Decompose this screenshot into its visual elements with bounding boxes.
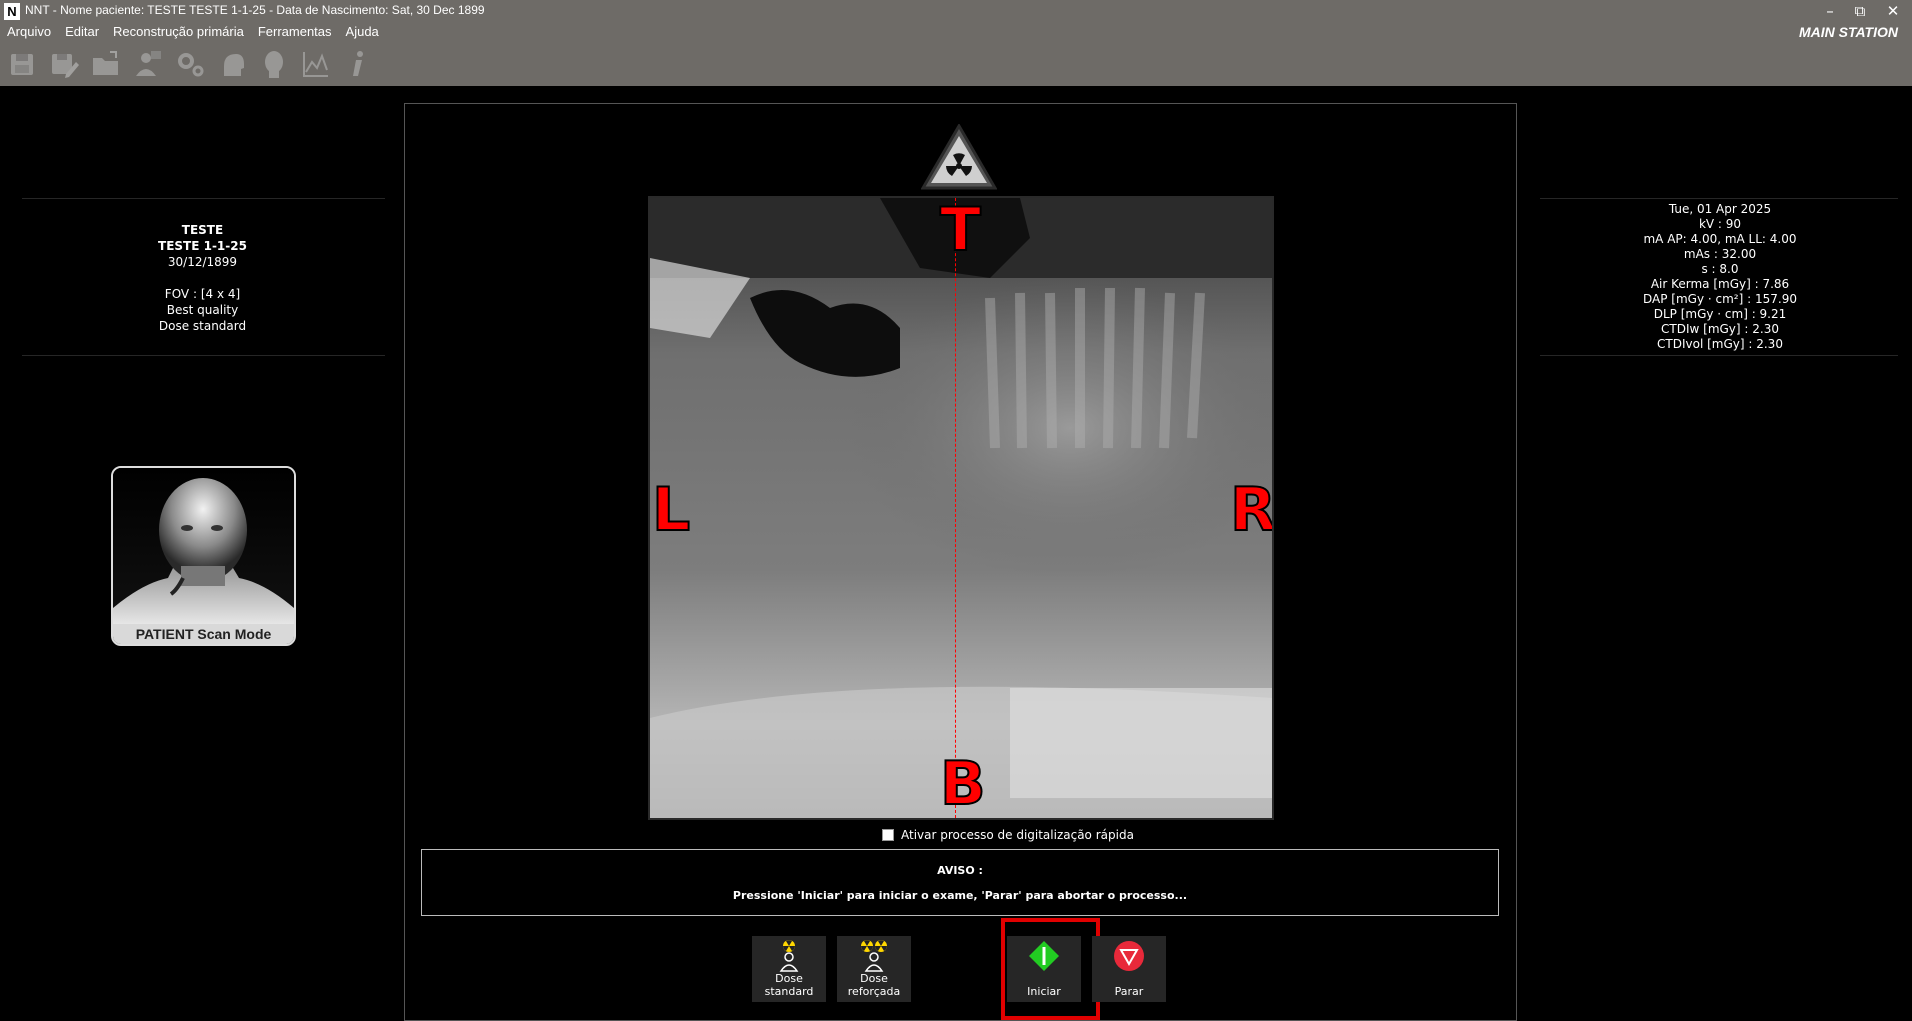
start-button[interactable]: Iniciar — [1007, 936, 1081, 1002]
stop-icon — [1114, 941, 1144, 971]
dose-reinforced-label-2: reforçada — [847, 985, 901, 998]
ctdiw-value: CTDIw [mGy] : 2.30 — [1661, 322, 1779, 336]
kv-value: kV : 90 — [1698, 217, 1742, 231]
patient-head-icon — [113, 468, 294, 624]
patient-full-name: TESTE 1-1-25 — [158, 239, 247, 253]
menu-editar[interactable]: Editar — [58, 23, 106, 41]
start-label: Iniciar — [1027, 985, 1061, 998]
mas-value: mAs : 32.00 — [1683, 247, 1757, 261]
radiation-warning-icon — [921, 124, 997, 190]
orientation-left: L — [651, 475, 691, 545]
dose-reinforced-label-1: Dose — [860, 972, 888, 985]
dose-reinforced-button[interactable]: Dose reforçada — [837, 936, 911, 1002]
open-folder-icon[interactable] — [90, 48, 122, 80]
menu-reconstrucao-primaria[interactable]: Reconstrução primária — [106, 23, 251, 41]
ma-value: mA AP: 4.00, mA LL: 4.00 — [1643, 232, 1797, 246]
menu-bar: Arquivo Editar Reconstrução primária Fer… — [0, 23, 386, 41]
restore-button[interactable]: ⧉ — [1847, 0, 1873, 22]
app-logo: N — [4, 3, 20, 20]
orientation-right: R — [1229, 475, 1274, 545]
minimize-button[interactable]: – — [1817, 0, 1843, 22]
start-icon — [1029, 941, 1059, 971]
station-label: MAIN STATION — [1798, 24, 1898, 40]
left-divider-top — [22, 198, 385, 199]
close-button[interactable]: ✕ — [1880, 0, 1906, 22]
menu-ferramentas[interactable]: Ferramentas — [251, 23, 339, 41]
air-kerma-value: Air Kerma [mGy] : 7.86 — [1650, 277, 1790, 291]
right-divider-top — [1540, 198, 1898, 199]
head-side-icon[interactable] — [216, 48, 248, 80]
xray-image — [650, 198, 1272, 818]
scan-mode-card: PATIENT Scan Mode — [111, 466, 296, 646]
stop-label: Parar — [1114, 985, 1144, 998]
chart-icon[interactable] — [300, 48, 332, 80]
notice-message: Pressione 'Iniciar' para iniciar o exame… — [732, 889, 1188, 902]
dlp-value: DLP [mGy · cm] : 9.21 — [1653, 307, 1787, 321]
center-guide-line — [955, 198, 956, 818]
ctdivol-value: CTDIvol [mGy] : 2.30 — [1657, 337, 1783, 351]
dose-standard-label-2: standard — [764, 985, 814, 998]
dose-value: Dose standard — [158, 319, 247, 333]
exam-date: Tue, 01 Apr 2025 — [1668, 202, 1772, 216]
dose-standard-button[interactable]: Dose standard — [752, 936, 826, 1002]
notice-title: AVISO : — [937, 864, 983, 877]
dap-value: DAP [mGy · cm²] : 157.90 — [1643, 292, 1797, 306]
info-icon[interactable] — [342, 48, 374, 80]
patient-info: TESTE TESTE 1-1-25 30/12/1899 FOV : [4 x… — [20, 222, 385, 334]
dose-reinforced-icon — [861, 940, 887, 972]
patient-settings-icon[interactable] — [132, 48, 164, 80]
stop-button[interactable]: Parar — [1092, 936, 1166, 1002]
dose-standard-icon — [779, 940, 799, 972]
quality-value: Best quality — [166, 303, 239, 317]
fast-scan-option[interactable]: Ativar processo de digitalização rápida — [882, 828, 1134, 842]
device-settings-icon[interactable] — [174, 48, 206, 80]
exposure-info: Tue, 01 Apr 2025 kV : 90 mA AP: 4.00, mA… — [1540, 202, 1900, 352]
right-divider-bottom — [1540, 355, 1898, 356]
fast-scan-checkbox[interactable] — [882, 829, 894, 841]
head-front-icon[interactable] — [258, 48, 290, 80]
fov-value: FOV : [4 x 4] — [164, 287, 241, 301]
toolbar — [6, 48, 374, 80]
patient-name: TESTE — [181, 223, 224, 237]
save-as-icon[interactable] — [48, 48, 80, 80]
title-bar: N NNT - Nome paciente: TESTE TESTE 1-1-2… — [0, 0, 1912, 86]
notice-box: AVISO : Pressione 'Iniciar' para iniciar… — [421, 849, 1499, 916]
orientation-top: T — [939, 196, 982, 265]
seconds-value: s : 8.0 — [1701, 262, 1739, 276]
xray-preview: T B L R — [648, 196, 1274, 820]
scan-mode-caption: PATIENT Scan Mode — [113, 624, 294, 644]
orientation-bottom: B — [939, 749, 987, 819]
dose-standard-label-1: Dose — [775, 972, 803, 985]
menu-ajuda[interactable]: Ajuda — [339, 23, 386, 41]
fast-scan-label: Ativar processo de digitalização rápida — [901, 828, 1134, 842]
save-icon[interactable] — [6, 48, 38, 80]
window-title: NNT - Nome paciente: TESTE TESTE 1-1-25 … — [25, 3, 485, 17]
left-divider-bottom — [22, 355, 385, 356]
patient-birth-date: 30/12/1899 — [167, 255, 238, 269]
menu-arquivo[interactable]: Arquivo — [0, 23, 58, 41]
